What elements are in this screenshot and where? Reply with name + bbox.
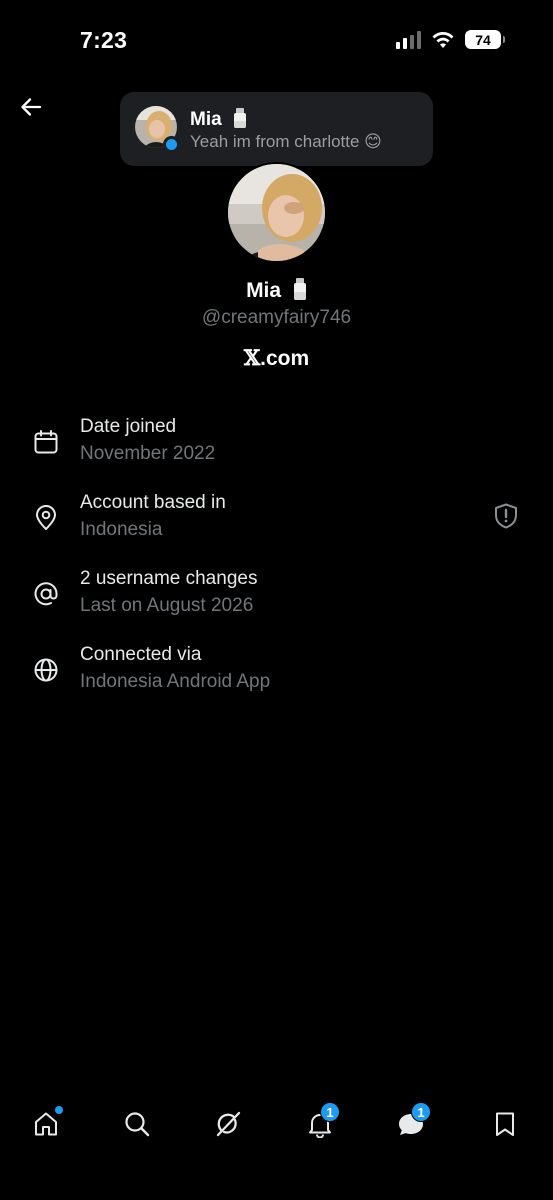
info-subtitle: Last on August 2026	[80, 595, 254, 616]
home-icon	[35, 1112, 57, 1136]
toast-message: Yeah im from charlotte 😊	[190, 132, 382, 151]
nav-home[interactable]	[30, 1106, 63, 1140]
calendar-icon	[34, 430, 58, 454]
profile-name: Mia	[0, 278, 553, 303]
home-unread-dot	[55, 1106, 63, 1114]
info-title: Account based in	[80, 492, 226, 513]
bookmark-icon	[496, 1112, 514, 1136]
info-row-connected-via: Connected via Indonesia Android App	[0, 640, 553, 702]
toast-name: Mia	[190, 108, 247, 131]
bottom-nav: 1 1	[0, 1100, 553, 1160]
nav-grok[interactable]	[212, 1108, 244, 1140]
info-row-account-based: Account based in Indonesia	[0, 488, 553, 550]
nav-bookmarks[interactable]	[489, 1108, 521, 1140]
globe-icon	[34, 658, 58, 682]
status-time: 7:23	[80, 27, 128, 53]
notifications-badge: 1	[320, 1102, 340, 1122]
profile-handle: @creamyfairy746	[201, 307, 352, 328]
battery-icon: 74	[465, 30, 505, 49]
message-toast[interactable]: Mia Yeah im from charlotte 😊	[120, 92, 433, 166]
back-arrow-icon	[21, 98, 42, 116]
about-account-screen: 7:23 74 Mia Yeah im from charlotte 😊 Mia…	[0, 0, 553, 1200]
search-icon	[125, 1112, 150, 1137]
x-logo: 𝕏	[243, 345, 261, 370]
nav-notifications[interactable]: 1	[304, 1102, 340, 1140]
info-subtitle: November 2022	[80, 443, 216, 464]
salt-shaker-icon	[233, 108, 246, 128]
info-row-username-changes: 2 username changes Last on August 2026	[0, 564, 553, 626]
info-title: Date joined	[80, 416, 177, 437]
info-title: Connected via	[80, 644, 202, 665]
location-pin-icon	[36, 505, 56, 530]
info-row-date-joined: Date joined November 2022	[0, 412, 553, 474]
at-sign-icon	[34, 582, 58, 606]
signal-icon	[396, 30, 421, 49]
profile-avatar[interactable]	[226, 162, 327, 263]
nav-search[interactable]	[121, 1108, 153, 1140]
wifi-icon	[432, 31, 454, 48]
messages-badge: 1	[411, 1102, 431, 1122]
info-subtitle: Indonesia Android App	[80, 671, 271, 692]
status-icons: 74	[396, 30, 505, 49]
info-title: 2 username changes	[80, 568, 258, 589]
grok-icon	[216, 1111, 241, 1137]
profile-website-link[interactable]: 𝕏.com	[0, 345, 553, 371]
nav-messages[interactable]: 1	[395, 1102, 431, 1140]
salt-shaker-icon	[293, 278, 306, 300]
online-indicator	[163, 136, 180, 153]
shield-alert-icon[interactable]	[493, 502, 519, 530]
info-subtitle: Indonesia	[80, 519, 163, 540]
back-button[interactable]	[16, 92, 46, 122]
